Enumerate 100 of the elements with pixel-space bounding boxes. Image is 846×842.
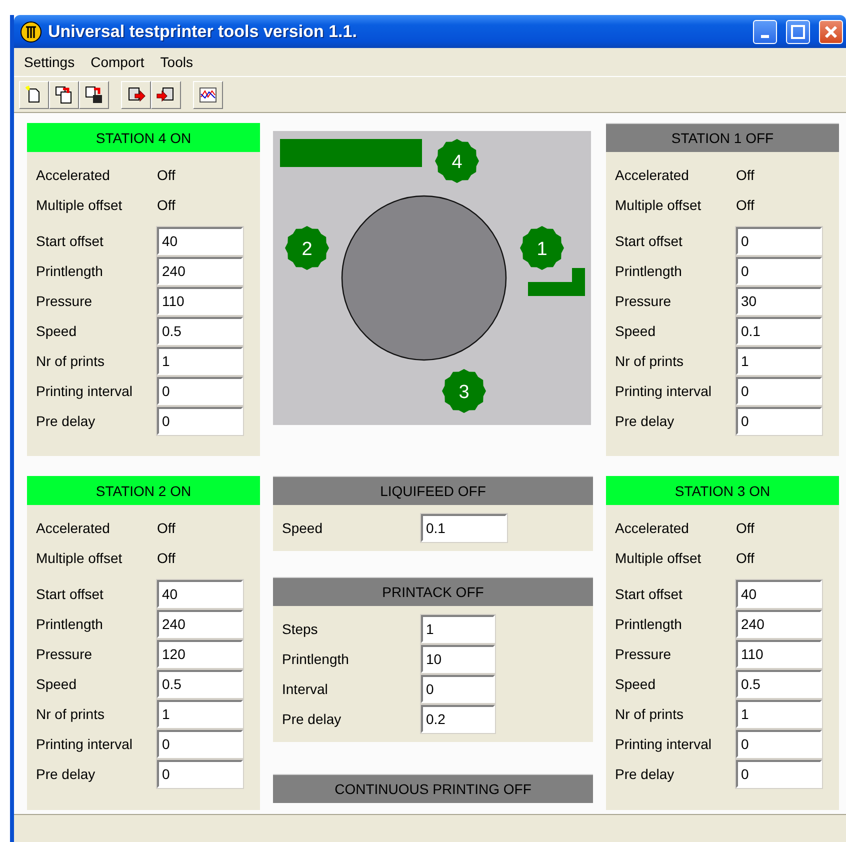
field-label: Nr of prints xyxy=(36,353,106,369)
field-label: Nr of prints xyxy=(615,353,684,369)
graph-button[interactable] xyxy=(193,80,223,108)
field-label: Nr of prints xyxy=(615,706,684,722)
input-field[interactable]: 110 xyxy=(736,640,822,668)
input-field[interactable]: 0 xyxy=(736,257,822,285)
send-button[interactable] xyxy=(121,80,151,108)
field-label: Printlength xyxy=(615,263,683,279)
input-field[interactable]: 1 xyxy=(736,700,822,728)
input-field[interactable]: 40 xyxy=(157,580,243,608)
field-label: Pre delay xyxy=(615,766,676,782)
setting-label: Accelerated xyxy=(615,167,690,183)
station-header: STATION 4 ON xyxy=(27,123,260,152)
station-number: 4 xyxy=(452,152,462,173)
setting-label: Multiple offset xyxy=(615,550,702,566)
field-label: Printing interval xyxy=(36,383,134,399)
field-label: Speed xyxy=(615,676,656,692)
input-field[interactable]: 0.1 xyxy=(736,317,822,345)
save-button[interactable] xyxy=(79,80,109,108)
field-label: Printlength xyxy=(282,651,350,667)
field-label: Printing interval xyxy=(36,736,134,752)
input-field[interactable]: 0.5 xyxy=(157,670,243,698)
field-label: Interval xyxy=(282,681,329,697)
new-button[interactable] xyxy=(19,80,49,108)
input-field[interactable]: 240 xyxy=(157,610,243,638)
input-field[interactable]: 40 xyxy=(157,227,243,255)
input-field[interactable]: 10 xyxy=(421,645,495,673)
input-field[interactable]: 0 xyxy=(736,407,822,435)
field-label: Pressure xyxy=(615,293,672,309)
gear-icon xyxy=(285,226,329,270)
menu-item[interactable]: Comport xyxy=(90,54,144,70)
field-label: Start offset xyxy=(36,586,104,602)
input-field[interactable]: 0 xyxy=(157,407,243,435)
panel-header: PRINTACK OFF xyxy=(273,577,593,606)
logo-icon xyxy=(20,20,42,42)
setting-value: Off xyxy=(736,167,756,183)
input-field[interactable]: 1 xyxy=(736,347,822,375)
field-label: Nr of prints xyxy=(36,706,106,722)
input-field[interactable]: 0 xyxy=(157,760,243,788)
field-label: Printlength xyxy=(36,263,104,279)
receive-button[interactable] xyxy=(151,80,181,108)
minimize-icon xyxy=(761,35,769,38)
setting-label: Accelerated xyxy=(36,167,111,183)
input-field[interactable]: 1 xyxy=(157,700,243,728)
station-header: STATION 2 ON xyxy=(27,476,260,505)
station-number: 2 xyxy=(302,239,312,260)
input-field[interactable]: 0 xyxy=(736,227,822,255)
input-field[interactable]: 0.5 xyxy=(736,670,822,698)
input-field[interactable]: 120 xyxy=(157,640,243,668)
field-label: Pressure xyxy=(615,646,672,662)
input-field[interactable]: 0 xyxy=(736,377,822,405)
setting-value: Off xyxy=(736,197,756,213)
input-field[interactable]: 0 xyxy=(157,377,243,405)
minimize-button[interactable] xyxy=(753,20,777,44)
field-label: Start offset xyxy=(615,233,684,249)
station-number: 3 xyxy=(458,382,470,403)
print-plate xyxy=(528,268,585,296)
input-field[interactable]: 0.2 xyxy=(421,705,495,733)
setting-value: Off xyxy=(157,197,176,213)
input-field[interactable]: 0.1 xyxy=(421,514,507,542)
maximize-button[interactable] xyxy=(786,20,810,44)
setting-label: Multiple offset xyxy=(36,197,124,213)
field-label: Steps xyxy=(282,621,319,637)
close-icon xyxy=(824,24,838,38)
field-label: Speed xyxy=(282,520,324,536)
input-field[interactable]: 0 xyxy=(736,730,822,758)
field-label: Start offset xyxy=(36,233,104,249)
field-label: Printlength xyxy=(36,616,104,632)
field-label: Pressure xyxy=(36,646,94,662)
input-field[interactable]: 0 xyxy=(736,760,822,788)
field-label: Speed xyxy=(615,323,656,339)
input-field[interactable]: 30 xyxy=(736,287,822,315)
setting-label: Multiple offset xyxy=(36,550,124,566)
field-label: Start offset xyxy=(615,586,684,602)
station-number: 1 xyxy=(536,239,548,260)
input-field[interactable]: 1 xyxy=(421,615,495,643)
field-label: Printing interval xyxy=(615,736,712,752)
field-label: Pre delay xyxy=(36,413,96,429)
input-field[interactable]: 40 xyxy=(736,580,822,608)
save-icon xyxy=(84,84,104,104)
field-label: Printlength xyxy=(615,616,683,632)
input-field[interactable]: 0 xyxy=(421,675,495,703)
input-field[interactable]: 0.5 xyxy=(157,317,243,345)
input-field[interactable]: 1 xyxy=(157,347,243,375)
load-button[interactable] xyxy=(49,80,79,108)
gear-icon xyxy=(435,139,479,183)
input-field[interactable]: 240 xyxy=(736,610,822,638)
documents-icon xyxy=(54,84,74,104)
panel-header: LIQUIFEED OFF xyxy=(273,476,593,505)
station-header: STATION 1 OFF xyxy=(606,123,839,152)
menu-item[interactable]: Tools xyxy=(160,54,193,70)
setting-label: Accelerated xyxy=(615,520,690,536)
setting-label: Multiple offset xyxy=(615,197,702,213)
input-field[interactable]: 240 xyxy=(157,257,243,285)
field-label: Pre delay xyxy=(36,766,96,782)
input-field[interactable]: 110 xyxy=(157,287,243,315)
input-field[interactable]: 0 xyxy=(157,730,243,758)
menu-item[interactable]: Settings xyxy=(24,54,75,70)
panel-header: CONTINUOUS PRINTING OFF xyxy=(273,774,593,803)
close-button[interactable] xyxy=(819,20,843,44)
